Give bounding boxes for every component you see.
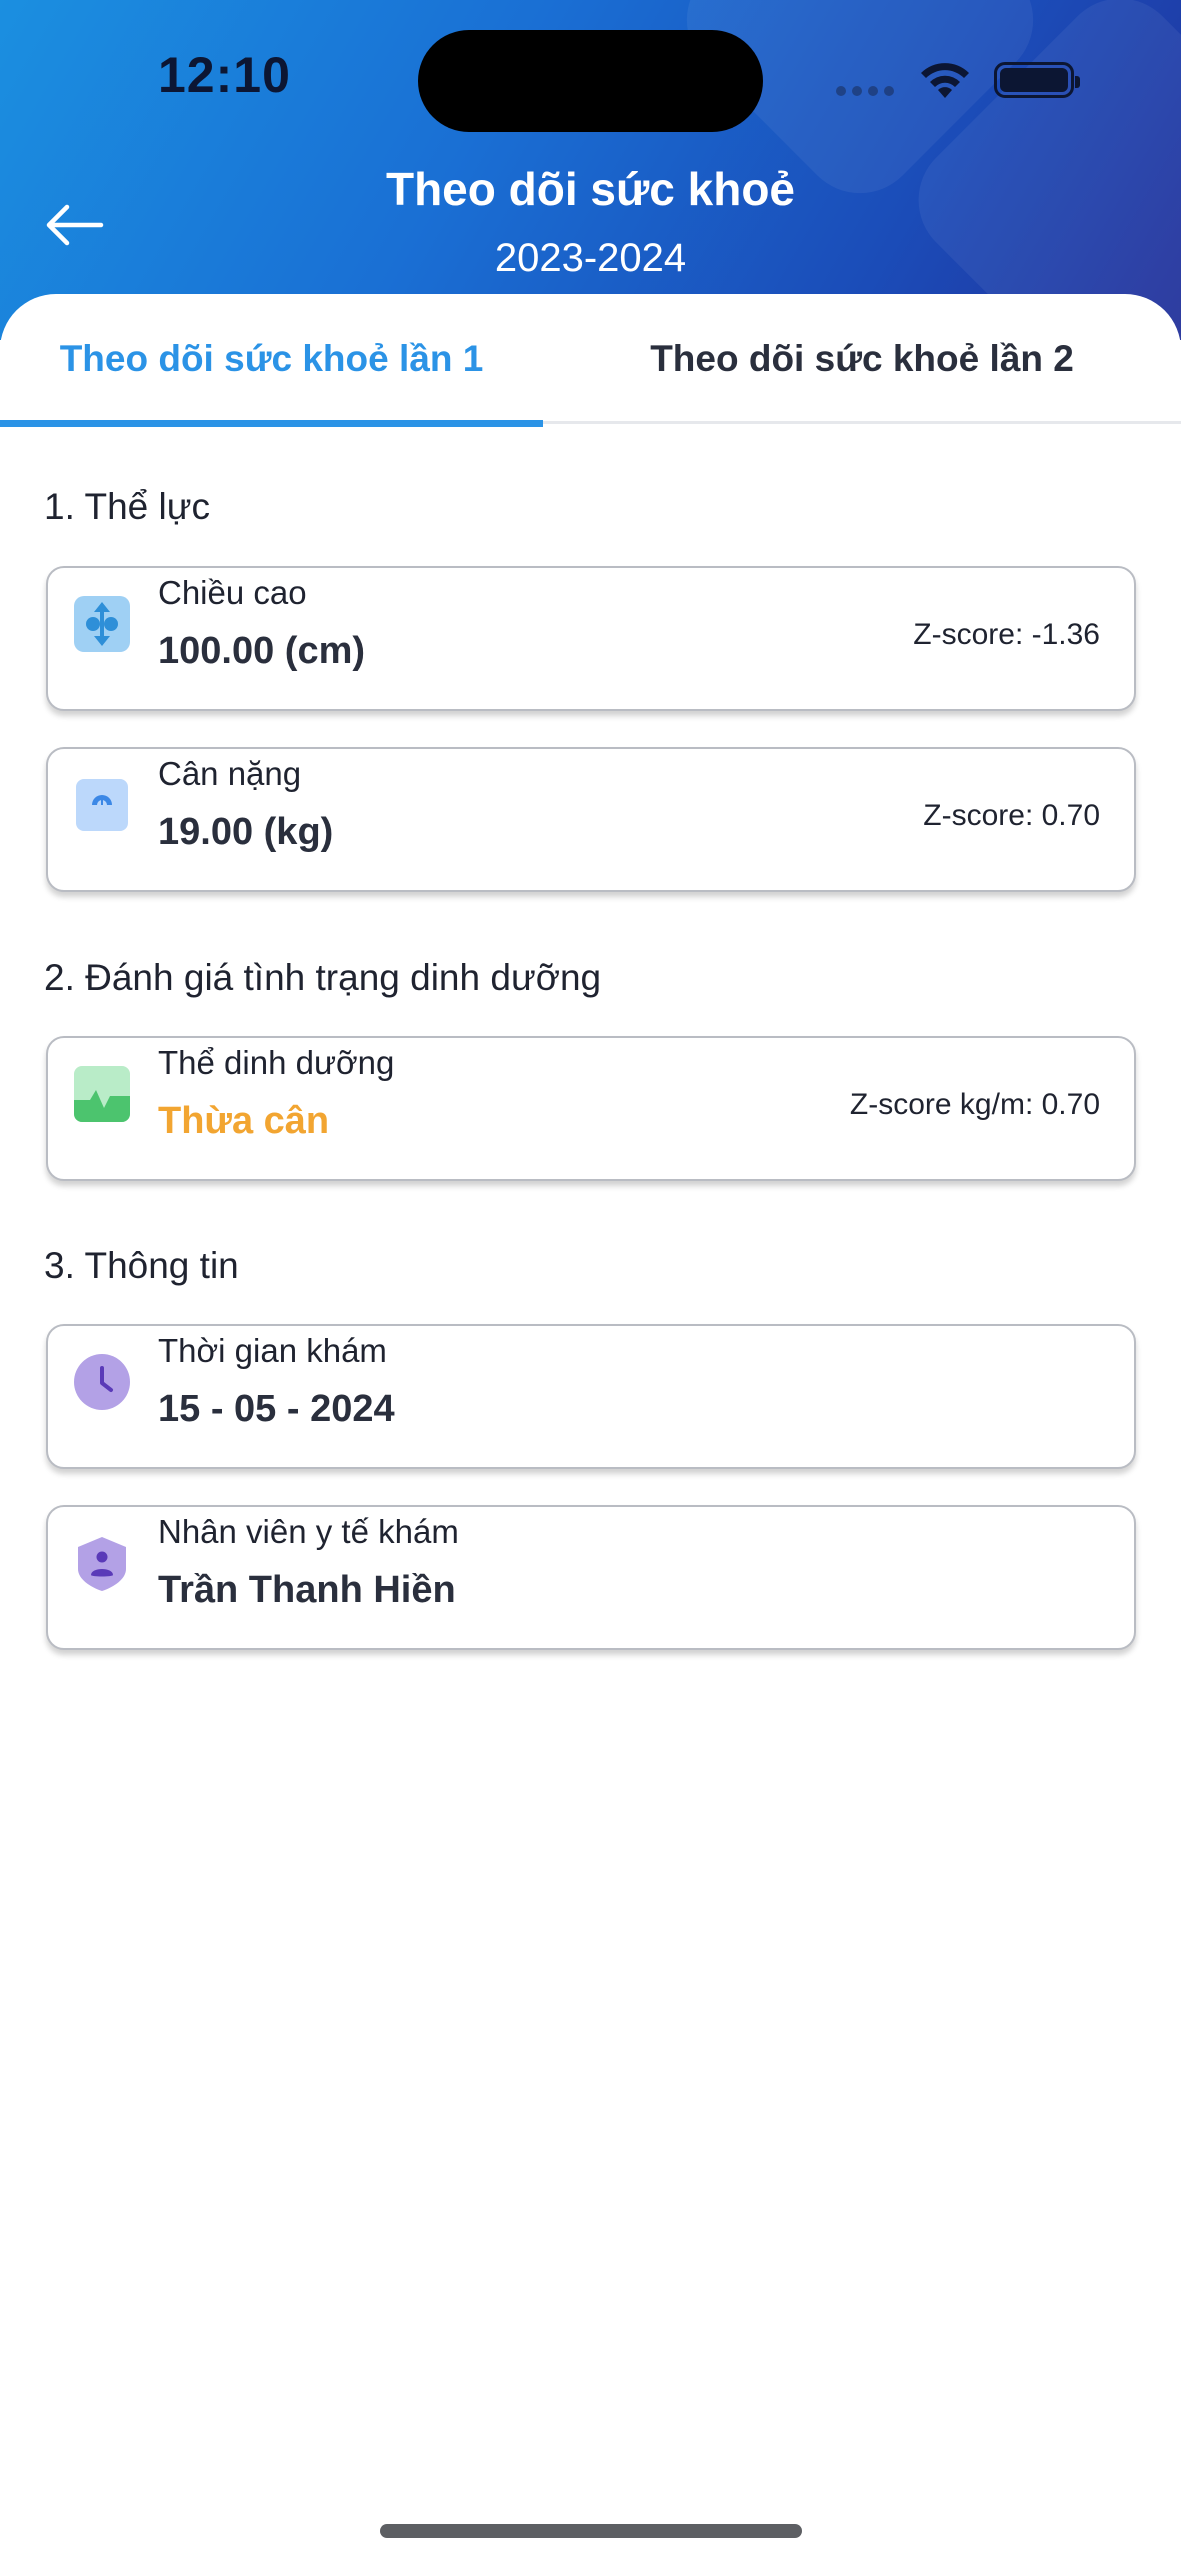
nutrition-value: Thừa cân [158,1100,330,1142]
app-screen: 12:10 Theo dõi sức khoẻ 2023-2024 Theo d… [0,0,1181,2560]
staff-value: Trần Thanh Hiền [158,1569,456,1611]
nutrition-chart-icon [74,1066,130,1122]
exam-time-card: Thời gian khám 15 - 05 - 2024 [46,1324,1136,1469]
wifi-icon [921,63,969,98]
height-card: Chiều cao 100.00 (cm) Z-score: -1.36 [46,566,1136,711]
exam-time-value: 15 - 05 - 2024 [158,1388,395,1430]
nutrition-zscore: Z-score kg/m: 0.70 [849,1088,1100,1121]
weight-zscore: Z-score: 0.70 [923,799,1100,832]
battery-icon [994,62,1080,98]
weight-label: Cân nặng [158,755,302,792]
staff-card: Nhân viên y tế khám Trần Thanh Hiền [46,1505,1136,1650]
weight-card: Cân nặng 19.00 (kg) Z-score: 0.70 [46,747,1136,892]
dynamic-island [418,30,763,132]
section-title-nutrition: 2. Đánh giá tình trạng dinh dưỡng [44,957,602,998]
content-sheet: Theo dõi sức khoẻ lần 1 Theo dõi sức kho… [0,294,1181,2560]
weight-value: 19.00 (kg) [158,811,334,853]
tab-checkup-1[interactable]: Theo dõi sức khoẻ lần 1 [0,294,543,427]
tab-checkup-2[interactable]: Theo dõi sức khoẻ lần 2 [543,294,1181,424]
section-title-physical: 1. Thể lực [44,486,210,527]
height-value: 100.00 (cm) [158,630,366,672]
section-title-info: 3. Thông tin [44,1245,239,1286]
nutrition-label: Thể dinh dưỡng [158,1044,395,1081]
status-time: 12:10 [158,47,291,103]
exam-time-label: Thời gian khám [158,1332,387,1369]
scale-icon [74,777,130,833]
staff-label: Nhân viên y tế khám [158,1513,459,1550]
height-icon [74,596,130,652]
header: 12:10 Theo dõi sức khoẻ 2023-2024 [0,0,1181,340]
signal-icon [836,86,894,96]
page-title: Theo dõi sức khoẻ [385,163,796,215]
page-subtitle: 2023-2024 [494,236,687,280]
height-zscore: Z-score: -1.36 [913,618,1100,651]
clock-icon [74,1354,130,1410]
tab-bar: Theo dõi sức khoẻ lần 1 Theo dõi sức kho… [0,294,1181,427]
nutrition-card: Thể dinh dưỡng Thừa cân Z-score kg/m: 0.… [46,1036,1136,1181]
height-label: Chiều cao [158,574,307,611]
shield-user-icon [74,1535,130,1591]
home-indicator[interactable] [380,2524,802,2538]
